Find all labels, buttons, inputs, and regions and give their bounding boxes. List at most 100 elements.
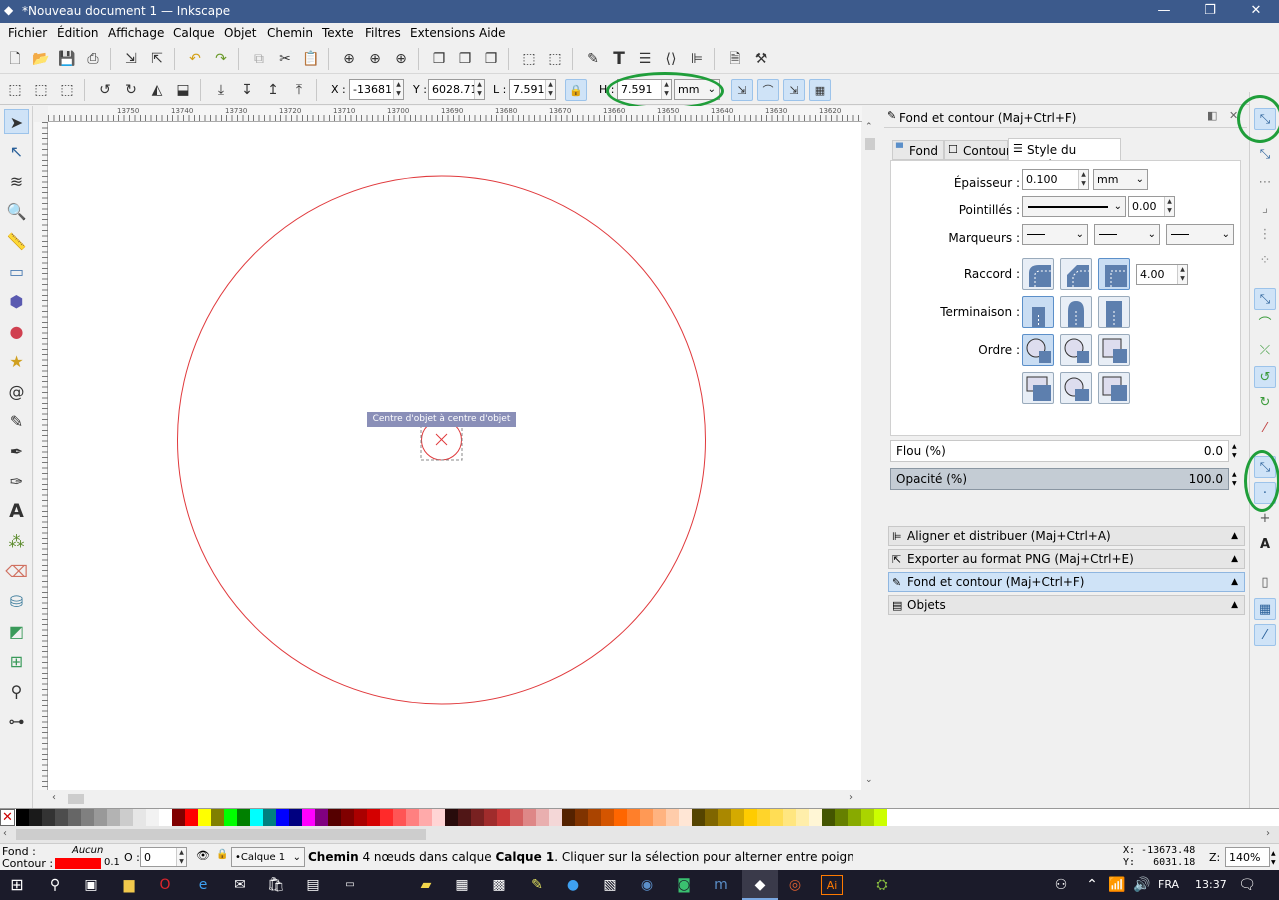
menu-affichage[interactable]: Affichage	[108, 26, 164, 40]
color-swatch[interactable]	[198, 809, 211, 826]
scroll-thumb[interactable]	[865, 138, 875, 150]
scroll-right-icon[interactable]: ›	[849, 792, 853, 803]
cap-square-button[interactable]	[1098, 296, 1130, 328]
ungroup-icon[interactable]: ⬚	[544, 48, 566, 70]
color-swatch[interactable]	[783, 809, 796, 826]
mid-marker-select[interactable]: ⌄	[1094, 224, 1160, 245]
color-swatch[interactable]	[731, 809, 744, 826]
select-all-layers-icon[interactable]: ⬚	[30, 79, 52, 101]
color-swatch[interactable]	[653, 809, 666, 826]
color-swatch[interactable]	[341, 809, 354, 826]
color-swatch[interactable]	[185, 809, 198, 826]
export-icon[interactable]: ⇱	[146, 48, 168, 70]
zoom-page-icon[interactable]: ⊕	[390, 48, 412, 70]
snap-bbox-midpoints-icon[interactable]: ⋮	[1254, 224, 1276, 246]
color-swatch[interactable]	[627, 809, 640, 826]
zoom-selection-icon[interactable]: ⊕	[338, 48, 360, 70]
color-swatch[interactable]	[250, 809, 263, 826]
layers-icon[interactable]: ☰	[634, 48, 656, 70]
color-swatch[interactable]	[107, 809, 120, 826]
color-swatch[interactable]	[146, 809, 159, 826]
network-icon[interactable]: 📶	[1106, 875, 1128, 895]
undo-icon[interactable]: ↶	[184, 48, 206, 70]
notepad-icon[interactable]: ✎	[526, 875, 548, 895]
cut-icon[interactable]: ✂	[274, 48, 296, 70]
color-swatch[interactable]	[276, 809, 289, 826]
preferences-icon[interactable]: ⚒	[750, 48, 772, 70]
color-swatch[interactable]	[263, 809, 276, 826]
snap-bbox-edges-icon[interactable]: ⋯	[1254, 172, 1276, 194]
import-icon[interactable]: ⇲	[120, 48, 142, 70]
color-swatch[interactable]	[302, 809, 315, 826]
edge-icon[interactable]: e	[192, 875, 214, 895]
dash-pattern-select[interactable]: ⌄	[1022, 196, 1126, 217]
color-swatch[interactable]	[848, 809, 861, 826]
snap-bbox-icon[interactable]: ⤡	[1254, 144, 1276, 166]
color-swatch[interactable]	[809, 809, 822, 826]
color-swatch[interactable]	[458, 809, 471, 826]
scroll-right-icon[interactable]: ›	[1266, 828, 1270, 839]
color-swatch[interactable]	[159, 809, 172, 826]
raise-icon[interactable]: ↥	[262, 79, 284, 101]
dash-offset-spinner[interactable]: ▲ ▼	[1164, 197, 1174, 216]
clone-icon[interactable]: ❐	[454, 48, 476, 70]
raise-top-icon[interactable]: ⤒	[288, 79, 310, 101]
text-font-icon[interactable]: T	[608, 48, 630, 70]
copy-icon[interactable]: ⧉	[248, 48, 270, 70]
color-swatch[interactable]	[55, 809, 68, 826]
people-icon[interactable]: ⚇	[1050, 875, 1072, 895]
order-stroke-markers-fill-button[interactable]	[1060, 372, 1092, 404]
color-swatch[interactable]	[549, 809, 562, 826]
zoom-field[interactable]: 140%	[1225, 847, 1270, 867]
layer-select[interactable]: •Calque 1 ⌄	[231, 847, 305, 867]
join-miter-button[interactable]	[1098, 258, 1130, 290]
fill-stroke-icon[interactable]: ✎	[582, 48, 604, 70]
app-icon[interactable]: ●	[562, 875, 584, 895]
color-swatch[interactable]	[432, 809, 445, 826]
tab-fond[interactable]: ▀ Fond	[892, 140, 944, 160]
color-swatch[interactable]	[666, 809, 679, 826]
windows-start-icon[interactable]: ⊞	[6, 875, 28, 895]
snap-line-midpoints-icon[interactable]: ⁄	[1254, 418, 1276, 440]
scroll-down-icon[interactable]: ⌄	[865, 775, 873, 785]
color-swatch[interactable]	[575, 809, 588, 826]
lock-ratio-icon[interactable]: 🔒	[565, 79, 587, 101]
cap-round-button[interactable]	[1060, 296, 1092, 328]
duplicate-icon[interactable]: ❐	[428, 48, 450, 70]
color-swatch[interactable]	[640, 809, 653, 826]
rectangle-tool-icon[interactable]: ▭	[4, 259, 29, 284]
menu-calque[interactable]: Calque	[173, 26, 215, 40]
layer-lock-icon[interactable]: 🔒	[216, 849, 228, 860]
color-swatch[interactable]	[120, 809, 133, 826]
miter-limit-spinner[interactable]: ▲ ▼	[1177, 265, 1187, 284]
color-swatch[interactable]	[614, 809, 627, 826]
cmd-icon[interactable]: ▭	[339, 875, 361, 895]
rotate-ccw-icon[interactable]: ↺	[94, 79, 116, 101]
snap-bbox-centers-icon[interactable]: ⁘	[1254, 250, 1276, 272]
join-bevel-button[interactable]	[1060, 258, 1092, 290]
y-field[interactable]: 6028.71 ▲ ▼	[428, 79, 485, 100]
snap-guides-icon[interactable]: ⁄	[1254, 624, 1276, 646]
opera-icon[interactable]: O	[154, 875, 176, 895]
color-swatch[interactable]	[497, 809, 510, 826]
color-swatch[interactable]	[380, 809, 393, 826]
tweak-tool-icon[interactable]: ≋	[4, 169, 29, 194]
color-swatch[interactable]	[367, 809, 380, 826]
color-swatch[interactable]	[536, 809, 549, 826]
connector-tool-icon[interactable]: ⊶	[4, 709, 29, 734]
eraser-tool-icon[interactable]: ⌫	[4, 559, 29, 584]
zoom-tool-icon[interactable]: 🔍	[4, 199, 29, 224]
color-swatch[interactable]	[835, 809, 848, 826]
stroke-width-value[interactable]: 0.1	[104, 857, 120, 868]
scale-corners-icon[interactable]: ⌒	[757, 79, 779, 101]
app-icon[interactable]: ▦	[451, 875, 473, 895]
color-swatch[interactable]	[172, 809, 185, 826]
color-swatch[interactable]	[744, 809, 757, 826]
volume-icon[interactable]: 🔊	[1131, 875, 1153, 895]
collapse-icon[interactable]: ▲	[1231, 596, 1238, 614]
snap-page-border-icon[interactable]: ▯	[1254, 572, 1276, 594]
app-icon[interactable]: ▧	[599, 875, 621, 895]
color-swatch[interactable]	[94, 809, 107, 826]
new-document-icon[interactable]: 🗋	[4, 48, 26, 70]
print-icon[interactable]: ⎙	[82, 48, 104, 70]
